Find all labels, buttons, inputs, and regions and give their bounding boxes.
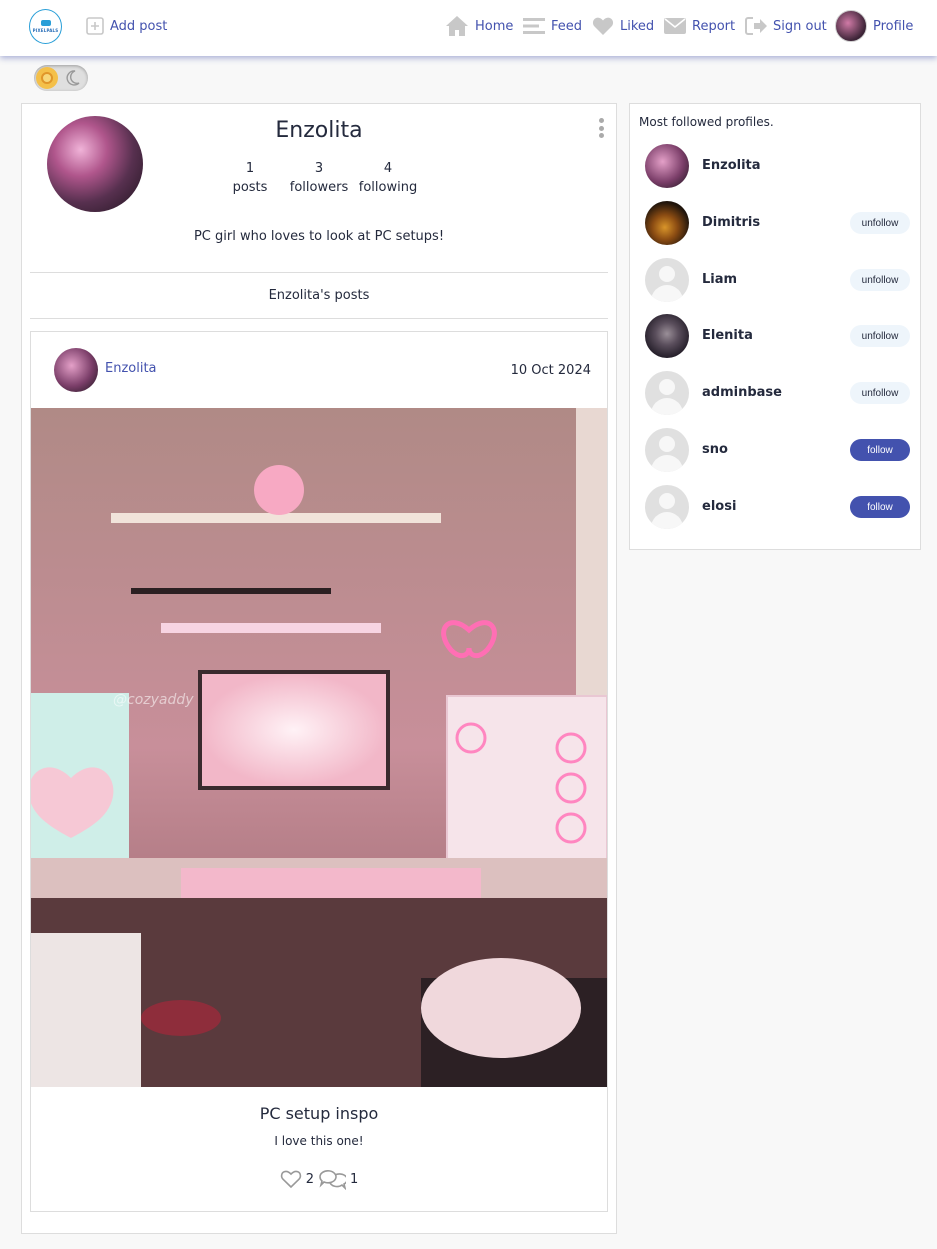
more-options-icon[interactable] <box>596 118 606 138</box>
nav-profile[interactable]: Profile <box>835 0 913 52</box>
sidebar-profile-row[interactable]: Liam unfollow <box>630 258 920 304</box>
follow-button[interactable]: follow <box>850 496 910 518</box>
nav-feed-label: Feed <box>551 18 583 34</box>
profile-card: Enzolita 1 posts 3 followers 4 following… <box>21 103 617 1234</box>
default-avatar-icon[interactable] <box>645 371 689 415</box>
posts-label: posts <box>232 180 268 195</box>
divider <box>30 272 608 273</box>
profile-name[interactable]: adminbase <box>702 385 782 400</box>
theme-toggle[interactable] <box>34 65 88 91</box>
stat-followers: 3 followers <box>289 159 349 197</box>
unfollow-button[interactable]: unfollow <box>850 382 910 404</box>
nav-liked[interactable]: Liked <box>592 0 654 52</box>
stat-following: 4 following <box>358 159 418 197</box>
heart-icon <box>592 17 614 35</box>
envelope-icon <box>664 18 686 34</box>
nav-profile-label: Profile <box>873 18 914 34</box>
post-date: 10 Oct 2024 <box>510 363 591 378</box>
followers-label: followers <box>289 180 349 195</box>
profile-name[interactable]: Dimitris <box>702 215 760 230</box>
profile-name: Enzolita <box>275 118 363 143</box>
post-card: Enzolita 10 Oct 2024 @cozyaddy PC setup … <box>30 331 608 1212</box>
likes-count: 2 <box>305 1171 314 1187</box>
divider <box>30 318 608 319</box>
sidebar-profile-row[interactable]: elosi follow <box>630 485 920 531</box>
feed-lines-icon <box>523 18 545 34</box>
nav-sign-out-label: Sign out <box>773 18 827 34</box>
post-image-art: @cozyaddy <box>31 408 607 1087</box>
image-watermark: @cozyaddy <box>113 692 194 708</box>
nav-sign-out[interactable]: Sign out <box>745 0 827 52</box>
profile-name[interactable]: Elenita <box>702 328 753 343</box>
avatar[interactable] <box>645 201 689 245</box>
unfollow-button[interactable]: unfollow <box>850 325 910 347</box>
post-title: PC setup inspo <box>259 1104 379 1123</box>
sidebar-profile-row[interactable]: Elenita unfollow <box>630 314 920 360</box>
post-image[interactable]: @cozyaddy <box>31 408 607 1087</box>
default-avatar-icon[interactable] <box>645 485 689 529</box>
follow-button[interactable]: follow <box>850 439 910 461</box>
sidebar-profile-row[interactable]: Enzolita <box>630 144 920 190</box>
posts-heading: Enzolita's posts <box>268 288 370 303</box>
nav-home-label: Home <box>475 18 514 34</box>
nav-add-post-label: Add post <box>110 18 168 34</box>
post-author-avatar[interactable] <box>54 348 98 392</box>
followers-count: 3 <box>314 161 324 176</box>
comment-bubbles-icon[interactable] <box>318 1168 346 1190</box>
following-label: following <box>358 180 418 195</box>
unfollow-button[interactable]: unfollow <box>850 212 910 234</box>
post-stats: 2 1 <box>31 1168 607 1190</box>
nav-avatar <box>835 10 867 42</box>
profile-bio: PC girl who loves to look at PC setups! <box>193 229 445 244</box>
nav-liked-label: Liked <box>620 18 655 34</box>
nav-home[interactable]: Home <box>445 0 513 52</box>
site-logo[interactable]: PIXELPALS <box>29 9 62 44</box>
profile-name[interactable]: Enzolita <box>702 158 761 173</box>
navbar: PIXELPALS Add post Home Feed Liked Repor… <box>0 0 937 56</box>
stat-posts: 1 posts <box>230 159 270 197</box>
profile-name[interactable]: elosi <box>702 499 736 514</box>
sidebar-profile-row[interactable]: adminbase unfollow <box>630 371 920 417</box>
post-author-link[interactable]: Enzolita <box>105 361 157 376</box>
most-followed-sidebar: Most followed profiles. Enzolita Dimitri… <box>629 103 921 550</box>
posts-count: 1 <box>245 161 255 176</box>
unfollow-button[interactable]: unfollow <box>850 269 910 291</box>
home-icon <box>446 16 468 36</box>
nav-add-post[interactable]: Add post <box>86 0 167 52</box>
profile-name[interactable]: sno <box>702 442 728 457</box>
logo-mark-icon <box>40 20 51 26</box>
logo-text: PIXELPALS <box>32 28 59 33</box>
nav-report[interactable]: Report <box>664 0 735 52</box>
sign-out-icon <box>745 17 767 35</box>
default-avatar-icon[interactable] <box>645 258 689 302</box>
toggle-knob <box>36 67 58 89</box>
sidebar-profile-row[interactable]: Dimitris unfollow <box>630 201 920 247</box>
sidebar-title: Most followed profiles. <box>639 115 774 129</box>
moon-icon <box>66 70 80 86</box>
default-avatar-icon[interactable] <box>645 428 689 472</box>
comments-count: 1 <box>350 1171 359 1187</box>
sun-icon <box>41 72 53 84</box>
nav-feed[interactable]: Feed <box>523 0 582 52</box>
plus-square-icon <box>86 17 104 35</box>
avatar[interactable] <box>645 144 689 188</box>
post-text: I love this one! <box>274 1134 364 1148</box>
following-count: 4 <box>383 161 393 176</box>
sidebar-profile-row[interactable]: sno follow <box>630 428 920 474</box>
avatar[interactable] <box>645 314 689 358</box>
nav-report-label: Report <box>692 18 736 34</box>
like-heart-icon[interactable] <box>280 1169 302 1189</box>
profile-name[interactable]: Liam <box>702 272 737 287</box>
